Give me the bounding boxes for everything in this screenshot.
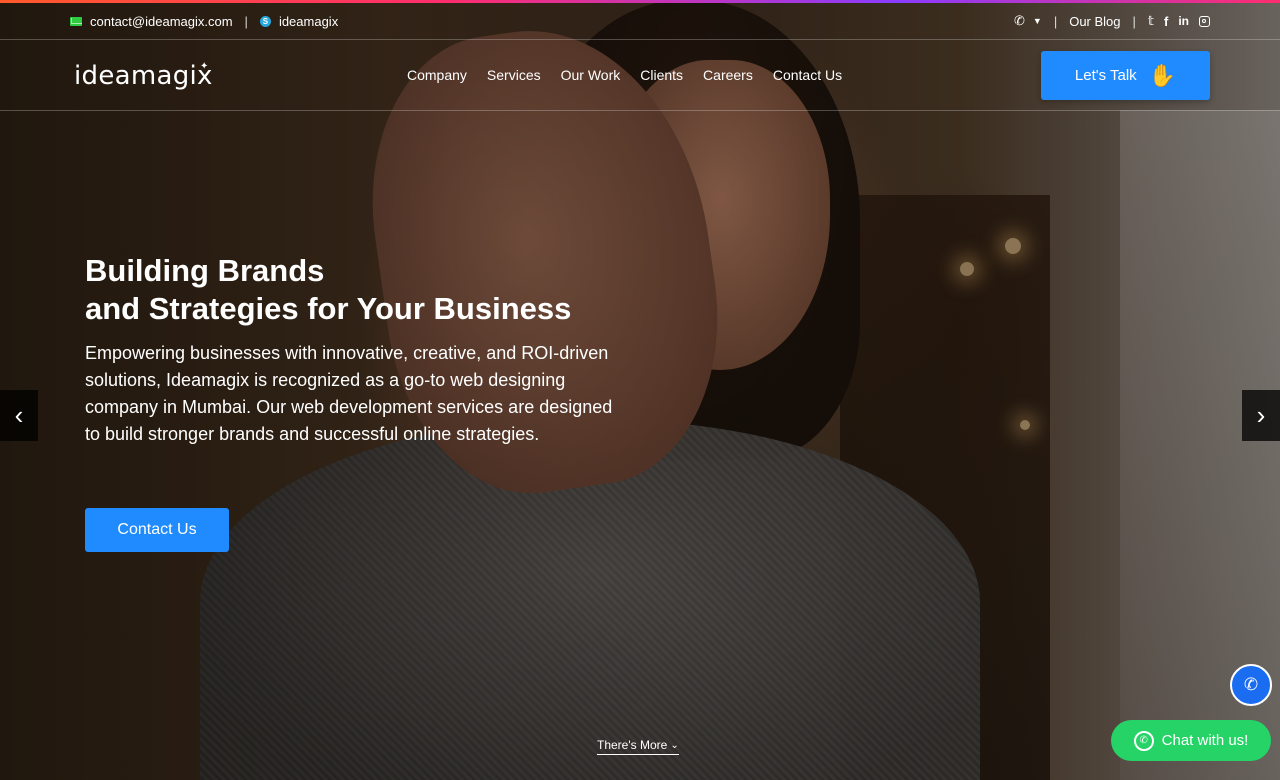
contact-us-button[interactable]: Contact Us (85, 508, 229, 552)
phone-icon[interactable]: ✆ (1014, 13, 1025, 29)
nav-careers[interactable]: Careers (703, 67, 753, 83)
blog-link[interactable]: Our Blog (1069, 14, 1120, 29)
theres-more-link[interactable]: There's More ⌄ (597, 738, 679, 755)
nav-contact-us[interactable]: Contact Us (773, 67, 842, 83)
separator: | (1132, 13, 1136, 29)
whatsapp-icon: ✆ (1133, 730, 1154, 751)
theres-more-label: There's More (597, 738, 668, 752)
logo-sparkle-icon: ✦ (200, 61, 209, 72)
skype-link[interactable]: ideamagix (279, 14, 338, 29)
nav-our-work[interactable]: Our Work (561, 67, 621, 83)
email-link[interactable]: contact@ideamagix.com (90, 14, 233, 29)
phone-icon: ✆ (1243, 675, 1259, 694)
call-button[interactable]: ✆ (1230, 664, 1272, 706)
waving-hand-icon: ✋ (1148, 62, 1177, 88)
skype-icon: S (259, 15, 271, 27)
hero-content: Building Brands and Strategies for Your … (85, 252, 645, 448)
main-nav: ideamagix ✦ Company Services Our Work Cl… (0, 41, 1280, 111)
instagram-icon[interactable] (1199, 15, 1210, 27)
hero-description: Empowering businesses with innovative, c… (85, 343, 613, 444)
facebook-icon[interactable]: f (1164, 14, 1168, 29)
chevron-down-icon[interactable]: ▼ (1033, 16, 1042, 26)
twitter-icon[interactable]: 𝕥 (1148, 13, 1154, 29)
hero-title-line2: and Strategies for Your Business (85, 291, 572, 326)
next-slide-button[interactable]: › (1242, 390, 1280, 441)
whatsapp-chat-button[interactable]: ✆ Chat with us! (1111, 720, 1271, 761)
nav-links: Company Services Our Work Clients Career… (407, 67, 842, 83)
logo[interactable]: ideamagix (74, 61, 213, 91)
separator: | (244, 13, 248, 29)
lets-talk-button[interactable]: Let's Talk ✋ (1041, 51, 1210, 100)
hero-title-line1: Building Brands (85, 253, 325, 288)
nav-company[interactable]: Company (407, 67, 467, 83)
chevron-down-icon: ⌄ (670, 739, 679, 751)
nav-clients[interactable]: Clients (640, 67, 683, 83)
lets-talk-label: Let's Talk (1074, 67, 1137, 84)
hero-title: Building Brands and Strategies for Your … (85, 252, 645, 328)
mail-icon (70, 16, 82, 26)
separator: | (1053, 13, 1058, 29)
linkedin-icon[interactable]: in (1178, 14, 1189, 28)
top-bar: contact@ideamagix.com | S ideamagix ✆ ▼ … (0, 3, 1280, 40)
prev-slide-button[interactable]: ‹ (0, 390, 38, 441)
chat-label: Chat with us! (1161, 732, 1249, 749)
nav-services[interactable]: Services (487, 67, 541, 83)
